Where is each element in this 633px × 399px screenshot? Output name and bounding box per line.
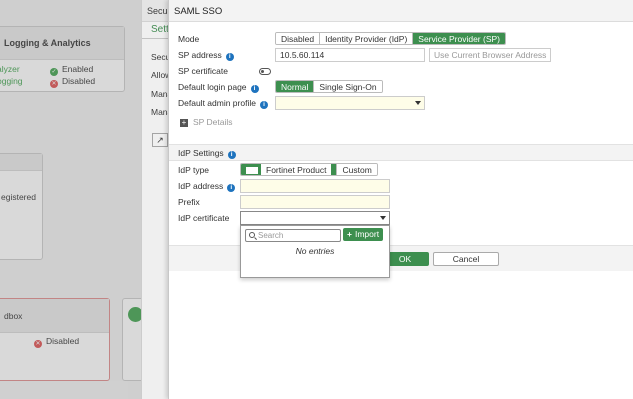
login-option-sso[interactable]: Single Sign-On bbox=[314, 81, 382, 92]
info-icon: i bbox=[227, 184, 236, 192]
chevron-down-icon bbox=[380, 216, 386, 220]
fortinet-icon bbox=[246, 167, 258, 174]
info-icon: i bbox=[250, 85, 259, 93]
admin-profile-select[interactable] bbox=[275, 96, 425, 110]
idp-type-selector: Fortinet Product Custom bbox=[240, 163, 378, 176]
search-icon bbox=[249, 232, 255, 238]
empty-message: No entries bbox=[295, 246, 335, 256]
login-page-label: Default login page i bbox=[178, 82, 259, 93]
sp-address-label: SP address i bbox=[178, 50, 234, 61]
idp-type-option-custom[interactable]: Custom bbox=[337, 164, 377, 175]
sp-certificate-toggle[interactable] bbox=[259, 68, 271, 75]
import-button[interactable]: + Import bbox=[343, 228, 384, 241]
modal-footer: OK Cancel bbox=[169, 245, 633, 271]
search-input[interactable]: Search bbox=[245, 229, 341, 242]
prefix-input[interactable] bbox=[240, 195, 390, 209]
chevron-down-icon bbox=[415, 101, 421, 105]
login-option-normal[interactable]: Normal bbox=[276, 81, 315, 92]
idp-type-option-fortinet[interactable]: Fortinet Product bbox=[241, 164, 338, 175]
idp-settings-header: IdP Settings i bbox=[169, 144, 633, 161]
idp-certificate-dropdown: Search + Import No entries bbox=[240, 225, 390, 278]
plus-icon: + bbox=[347, 229, 352, 239]
idp-certificate-select[interactable] bbox=[240, 211, 390, 225]
modal-title: SAML SSO bbox=[169, 0, 633, 22]
mode-selector: Disabled Identity Provider (IdP) Service… bbox=[275, 32, 506, 45]
admin-profile-label: Default admin profile i bbox=[178, 98, 268, 109]
mode-option-disabled[interactable]: Disabled bbox=[276, 33, 321, 44]
sp-address-input[interactable]: 10.5.60.114 bbox=[275, 48, 425, 62]
mode-option-idp[interactable]: Identity Provider (IdP) bbox=[320, 33, 414, 44]
prefix-label: Prefix bbox=[178, 197, 200, 207]
plus-square-icon: + bbox=[180, 118, 188, 127]
idp-certificate-label: IdP certificate bbox=[178, 213, 230, 223]
cancel-button[interactable]: Cancel bbox=[433, 252, 499, 266]
sp-certificate-label: SP certificate bbox=[178, 66, 228, 76]
use-current-address-button[interactable]: Use Current Browser Address bbox=[429, 48, 552, 62]
idp-type-label: IdP type bbox=[178, 165, 210, 175]
mode-option-sp[interactable]: Service Provider (SP) bbox=[413, 33, 505, 44]
idp-address-label: IdP address i bbox=[178, 181, 236, 192]
info-icon: i bbox=[227, 151, 236, 159]
saml-sso-modal: SAML SSO Mode Disabled Identity Provider… bbox=[168, 0, 633, 399]
idp-address-input[interactable] bbox=[240, 179, 390, 193]
login-page-selector: Normal Single Sign-On bbox=[275, 80, 383, 93]
sp-details-toggle[interactable]: + SP Details bbox=[180, 117, 233, 127]
mode-label: Mode bbox=[178, 34, 200, 44]
info-icon: i bbox=[225, 53, 234, 61]
idp-settings-label: IdP Settings i bbox=[178, 148, 236, 159]
info-icon: i bbox=[259, 101, 268, 109]
